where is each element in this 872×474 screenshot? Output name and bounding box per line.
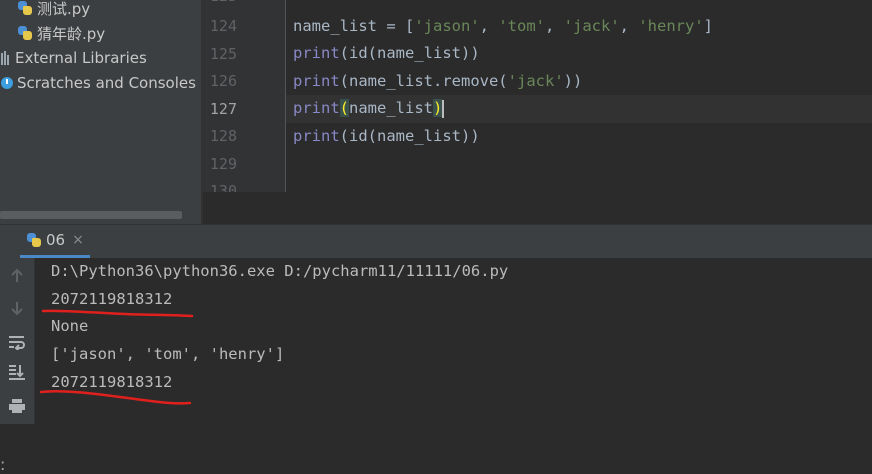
- run-console-output[interactable]: D:\Python36\python36.exe D:/pycharm11/11…: [35, 258, 872, 424]
- python-file-icon: [17, 0, 33, 16]
- editor-bottom-area: [203, 192, 872, 224]
- scroll-to-end-icon[interactable]: [8, 364, 26, 382]
- code-line-127: print(name_list): [293, 99, 445, 118]
- tab-run-06[interactable]: 06 ×: [20, 225, 90, 258]
- code-line-128: print(id(name_list)): [293, 127, 480, 145]
- python-icon: [26, 232, 42, 248]
- tree-item-label: 测试.py: [37, 0, 91, 18]
- run-toolbar: [0, 258, 35, 424]
- tree-item-test-py[interactable]: 测试.py: [17, 0, 90, 20]
- python-file-icon: [17, 25, 33, 41]
- handwritten-underline-annotations: [39, 309, 194, 405]
- run-label-prefix: :: [0, 455, 6, 474]
- horizontal-scrollbar[interactable]: [0, 211, 182, 219]
- underline-mark-1: [41, 309, 194, 318]
- soft-wrap-icon[interactable]: [8, 334, 26, 352]
- gutter-divider: [285, 0, 286, 192]
- close-icon[interactable]: ×: [72, 232, 84, 248]
- tree-item-label: External Libraries: [15, 49, 147, 67]
- tree-item-external-libraries[interactable]: External Libraries: [1, 46, 147, 70]
- arrow-down-icon[interactable]: [8, 300, 26, 318]
- arrow-up-icon[interactable]: [8, 268, 26, 286]
- tree-item-label: 猜年龄.py: [37, 24, 106, 43]
- line-number: 124: [209, 17, 237, 35]
- line-number: 129: [209, 155, 237, 173]
- project-panel: 测试.py 猜年龄.py External Libraries Scratche…: [0, 0, 201, 224]
- line-number: 125: [209, 45, 237, 63]
- run-tool-window-header: : 06 ×: [0, 224, 872, 474]
- line-number: 126: [209, 72, 237, 90]
- tree-item-label: Scratches and Consoles: [17, 74, 196, 92]
- tab-label: 06: [46, 231, 66, 249]
- line-number: 128: [209, 127, 237, 145]
- line-number-gutter: 123 124 125 126 127 128 129 130: [203, 0, 285, 200]
- underline-mark-2: [39, 389, 192, 405]
- library-icon: [1, 51, 11, 65]
- code-editor[interactable]: 123 124 125 126 127 128 129 130 name_lis…: [203, 0, 872, 224]
- code-line-126: print(name_list.remove('jack')): [293, 72, 583, 90]
- text-caret: [442, 99, 445, 118]
- line-number-active: 127: [209, 100, 237, 118]
- tree-item-scratches[interactable]: Scratches and Consoles: [1, 71, 196, 95]
- tree-item-guess-age-py[interactable]: 猜年龄.py: [17, 21, 105, 45]
- scratches-icon: [1, 77, 13, 89]
- print-icon[interactable]: [8, 398, 26, 416]
- code-line-125: print(id(name_list)): [293, 44, 480, 62]
- line-number: 123: [203, 0, 237, 5]
- code-line-124: name_list = ['jason', 'tom', 'jack', 'he…: [293, 17, 714, 35]
